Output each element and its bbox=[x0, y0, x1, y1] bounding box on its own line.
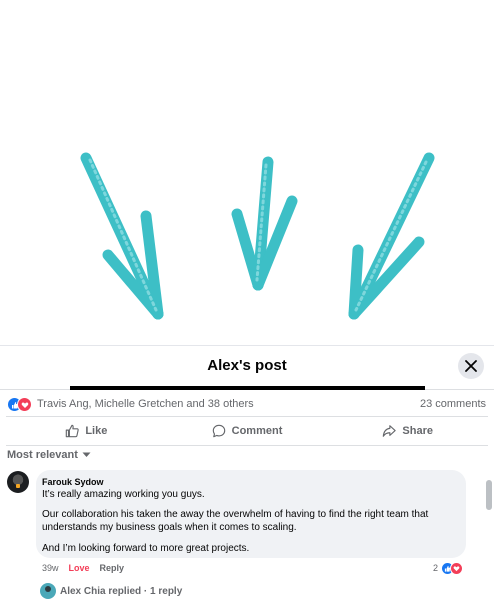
share-label: Share bbox=[402, 425, 433, 437]
page-title: Alex's post bbox=[207, 357, 287, 374]
arrows-illustration bbox=[80, 152, 435, 320]
comment-reaction-number: 2 bbox=[433, 563, 439, 573]
replies-text: Alex Chia replied · 1 reply bbox=[60, 585, 183, 597]
like-button[interactable]: Like bbox=[6, 417, 167, 445]
scrollbar[interactable] bbox=[486, 480, 492, 510]
comment-text-line-1: It’s really amazing working you guys. bbox=[42, 489, 205, 500]
like-label: Like bbox=[85, 425, 108, 437]
comment-button[interactable]: Comment bbox=[167, 417, 328, 445]
comment-bubble: Farouk Sydow It’s really amazing working… bbox=[36, 470, 466, 558]
post-actions: Like Comment Share bbox=[6, 416, 488, 446]
share-icon bbox=[383, 425, 397, 437]
comment-label: Comment bbox=[231, 425, 283, 437]
love-reaction-icon bbox=[17, 397, 32, 412]
comment-icon bbox=[212, 424, 225, 438]
center-arrow-head-left bbox=[231, 208, 264, 291]
thumbs-up-icon bbox=[66, 424, 80, 438]
reaction-icons bbox=[7, 397, 35, 412]
comment-text-line-2: Our collaboration his taken the away the… bbox=[42, 509, 429, 533]
comment-text-line-3: And I’m looking forward to more great pr… bbox=[42, 543, 250, 554]
header-divider bbox=[0, 345, 494, 346]
comment-reply-button[interactable]: Reply bbox=[100, 563, 125, 573]
comments-count[interactable]: 23 comments bbox=[420, 398, 486, 410]
share-button[interactable]: Share bbox=[327, 417, 488, 445]
avatar bbox=[40, 583, 56, 599]
avatar[interactable] bbox=[7, 471, 29, 493]
love-reaction-icon bbox=[450, 561, 464, 575]
view-replies-link[interactable]: Alex Chia replied · 1 reply bbox=[40, 583, 182, 599]
comment-sort-dropdown[interactable]: Most relevant bbox=[7, 449, 91, 461]
comment-reaction-count[interactable]: 2 bbox=[433, 561, 464, 575]
chevron-down-icon bbox=[82, 452, 91, 457]
post-header: Alex's post bbox=[0, 345, 494, 390]
post-viewer: Alex's post Travis Ang, Michelle Gretche… bbox=[0, 0, 494, 604]
reactions-summary[interactable]: Travis Ang, Michelle Gretchen and 38 oth… bbox=[0, 393, 494, 415]
post-image[interactable] bbox=[0, 0, 494, 350]
reaction-names[interactable]: Travis Ang, Michelle Gretchen and 38 oth… bbox=[37, 398, 254, 410]
close-icon bbox=[465, 360, 477, 372]
sort-label: Most relevant bbox=[7, 449, 78, 461]
comment-meta: 39w Love Reply bbox=[42, 563, 124, 573]
close-button[interactable] bbox=[458, 353, 484, 379]
comment-love-button[interactable]: Love bbox=[69, 563, 90, 573]
media-strip bbox=[70, 386, 425, 390]
comment-timestamp[interactable]: 39w bbox=[42, 563, 59, 573]
avatar-badge bbox=[16, 484, 20, 488]
